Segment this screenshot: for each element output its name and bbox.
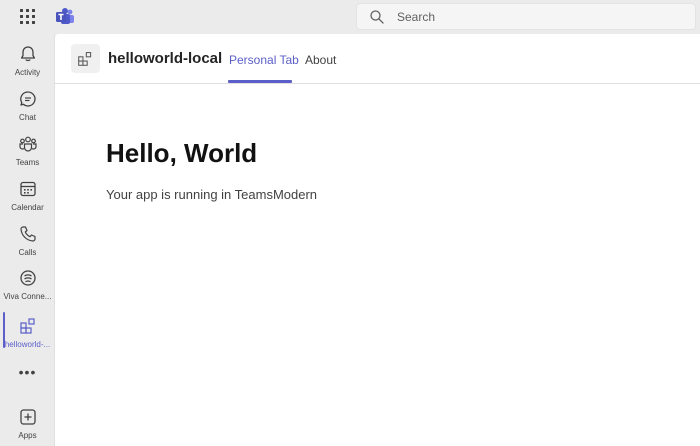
rail-item-activity[interactable]: Activity (0, 38, 55, 82)
rail-item-label: Chat (19, 113, 36, 122)
search-box[interactable]: Search (356, 3, 696, 30)
app-grid-icon (20, 318, 35, 334)
rail-item-viva-connections[interactable]: Viva Conne... (0, 262, 55, 306)
rail-item-apps[interactable]: Apps (0, 401, 55, 445)
app-icon (71, 44, 100, 73)
page-heading: Hello, World (106, 138, 258, 168)
teams-logo-icon (55, 7, 75, 27)
phone-icon (20, 226, 36, 242)
rail-item-calendar[interactable]: Calendar (0, 173, 55, 217)
main-panel: helloworld-local Personal Tab About Hell… (55, 34, 700, 446)
rail-item-helloworld[interactable]: helloworld-... (0, 310, 55, 354)
rail-item-label: Calendar (11, 203, 44, 212)
tab-about[interactable]: About (305, 53, 336, 67)
active-tab-underline (228, 80, 292, 83)
app-launcher-icon[interactable] (19, 8, 37, 26)
rail-item-label: Apps (18, 431, 37, 440)
app-header: helloworld-local Personal Tab About (55, 34, 700, 84)
bell-icon (20, 46, 36, 62)
app-grid-icon (78, 51, 92, 66)
rail-item-label: Calls (18, 248, 37, 257)
rail-item-label: Activity (14, 68, 41, 77)
app-title: helloworld-local (108, 50, 223, 67)
calendar-icon (20, 181, 36, 197)
app-rail: Activity Chat Teams Calendar Calls Viva … (0, 34, 55, 446)
rail-item-label: Viva Conne... (3, 292, 52, 301)
rail-item-calls[interactable]: Calls (0, 218, 55, 262)
viva-connections-icon (20, 270, 36, 286)
rail-item-label: helloworld-... (4, 340, 51, 349)
more-apps-icon[interactable]: ••• (0, 365, 55, 381)
search-input[interactable]: Search (397, 10, 435, 24)
search-icon (370, 10, 384, 24)
rail-item-teams[interactable]: Teams (0, 128, 55, 172)
rail-item-chat[interactable]: Chat (0, 83, 55, 127)
add-apps-icon (20, 409, 36, 425)
top-bar: Search (0, 0, 700, 34)
tab-personal[interactable]: Personal Tab (229, 53, 299, 67)
rail-item-label: Teams (15, 158, 40, 167)
chat-icon (20, 91, 36, 107)
teams-icon (19, 136, 37, 152)
status-text: Your app is running in TeamsModern (106, 187, 318, 202)
